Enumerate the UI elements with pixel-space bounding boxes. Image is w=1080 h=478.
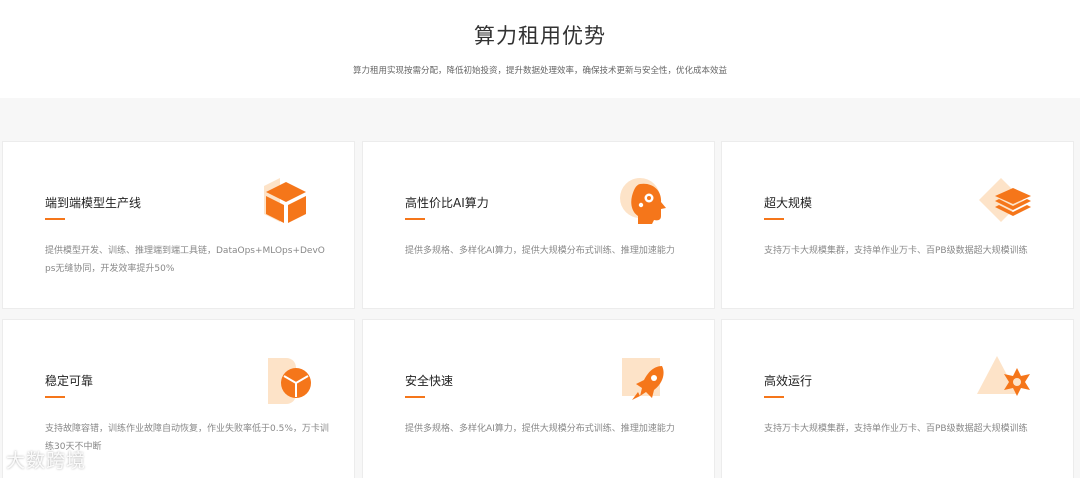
advantage-card-pipeline[interactable]: 端到端模型生产线 提供模型开发、训练、推理端到端工具链，DataOps+MLOp…	[2, 141, 355, 309]
section-title: 算力租用优势	[474, 24, 606, 48]
title-underline	[45, 396, 65, 398]
card-description: 提供多规格、多样化AI算力，提供大规模分布式训练、推理加速能力	[405, 424, 675, 434]
title-underline	[405, 218, 425, 220]
advantage-card-ai-compute[interactable]: 高性价比AI算力 提供多规格、多样化AI算力，提供大规模分布式训练、推理加速能力	[362, 141, 715, 309]
card-title: 端到端模型生产线	[45, 196, 142, 210]
advantages-grid: 端到端模型生产线 提供模型开发、训练、推理端到端工具链，DataOps+MLOp…	[0, 98, 1080, 478]
advantage-card-security[interactable]: 安全快速 提供多规格、多样化AI算力，提供大规模分布式训练、推理加速能力	[362, 319, 715, 478]
advantage-card-efficiency[interactable]: 高效运行 支持万卡大规模集群，支持单作业万卡、百PB级数据超大规模训练	[721, 319, 1074, 478]
cube-icon	[256, 176, 316, 230]
card-title: 高性价比AI算力	[405, 196, 489, 210]
title-underline	[45, 218, 65, 220]
advantage-card-large-scale[interactable]: 超大规模 支持万卡大规模集群，支持单作业万卡、百PB级数据超大规模训练	[721, 141, 1074, 309]
card-title: 稳定可靠	[45, 374, 94, 388]
card-description: 提供模型开发、训练、推理端到端工具链，DataOps+MLOps+DevOps无…	[45, 246, 325, 274]
section-header: 算力租用优势 算力租用实现按需分配，降低初始投资，提升数据处理效率，确保技术更新…	[0, 0, 1080, 98]
card-description: 支持万卡大规模集群，支持单作业万卡、百PB级数据超大规模训练	[764, 424, 1028, 434]
title-underline	[764, 218, 784, 220]
card-description: 提供多规格、多样化AI算力，提供大规模分布式训练、推理加速能力	[405, 246, 675, 256]
card-title: 安全快速	[405, 374, 454, 388]
rocket-icon	[616, 354, 676, 408]
title-underline	[764, 396, 784, 398]
watermark-logo: 大数跨境	[6, 450, 87, 472]
card-description: 支持万卡大规模集群，支持单作业万卡、百PB级数据超大规模训练	[764, 246, 1028, 256]
section-subtitle: 算力租用实现按需分配，降低初始投资，提升数据处理效率，确保技术更新与安全性，优化…	[352, 66, 727, 76]
card-description: 支持故障容错，训练作业故障自动恢复，作业失败率低于0.5%，万卡训练30天不中断	[45, 424, 329, 452]
card-title: 高效运行	[764, 374, 813, 388]
shield-box-icon	[256, 354, 316, 408]
ai-head-icon	[616, 176, 676, 230]
card-title: 超大规模	[764, 196, 813, 210]
star-gear-icon	[975, 354, 1035, 408]
layers-icon	[975, 176, 1035, 230]
title-underline	[405, 396, 425, 398]
